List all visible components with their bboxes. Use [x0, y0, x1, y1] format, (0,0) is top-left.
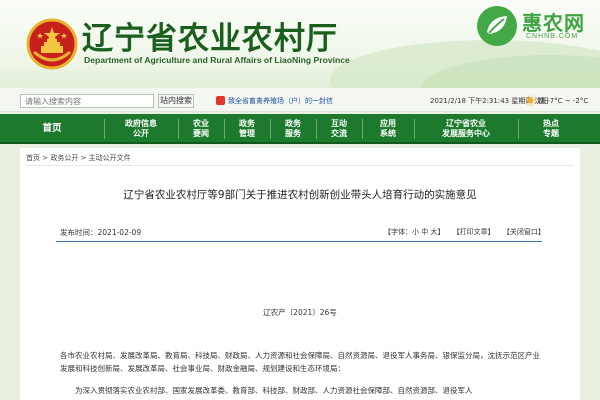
- divider: [26, 165, 574, 166]
- weather-display: 晴 -7°C ~ -2°C: [538, 97, 589, 105]
- notice-link[interactable]: 致全省畜禽养殖场（户）的一封信: [228, 95, 333, 107]
- search-input[interactable]: [20, 94, 154, 108]
- breadcrumb-home[interactable]: 首页: [26, 154, 40, 162]
- leaf-logo-icon: [477, 6, 517, 46]
- notice-icon: [216, 96, 225, 105]
- nav-item-home[interactable]: 首页: [0, 114, 104, 144]
- breadcrumb: 首页 > 政务公开 > 主动公开文件: [26, 153, 131, 163]
- nav-item-gov-info[interactable]: 政府信息 公开: [104, 114, 178, 144]
- font-size-control[interactable]: 【字体：小 中 大】: [384, 228, 444, 236]
- nav-item-news[interactable]: 农业 要闻: [178, 114, 224, 144]
- nav-item-affairs-management[interactable]: 政务 管理: [224, 114, 270, 144]
- print-link[interactable]: 【打印文章】: [453, 228, 495, 236]
- publish-date-value: 2021-02-09: [97, 228, 142, 237]
- nav-item-services[interactable]: 政务 服务: [270, 114, 316, 144]
- nav-item-hot-topics[interactable]: 热点 专题: [518, 114, 584, 144]
- breadcrumb-current[interactable]: 主动公开文件: [89, 154, 131, 162]
- article-paragraph: 为深入贯彻落实农业农村部、国家发展改革委、教育部、科技部、财政部、人力资源社会保…: [75, 386, 473, 395]
- publish-date: 发布时间：2021-02-09: [60, 227, 141, 238]
- article-paragraph: 各市农业农村局、发展改革局、教育局、科技局、财政局、人力资源和社会保障局、自然资…: [60, 351, 540, 373]
- breadcrumb-separator: >: [78, 154, 89, 162]
- main-nav: 首页 政府信息 公开 农业 要闻 政务 管理 政务 服务 互动 交流 应用 系统…: [0, 114, 600, 144]
- breadcrumb-gov-open[interactable]: 政务公开: [50, 154, 78, 162]
- site-subtitle: Department of Agriculture and Rural Affa…: [84, 55, 350, 65]
- sun-icon: [525, 95, 536, 106]
- site-header: 辽宁省农业农村厅 Department of Agriculture and R…: [0, 0, 600, 88]
- nav-item-interaction[interactable]: 互动 交流: [316, 114, 362, 144]
- close-window-link[interactable]: 【关闭窗口】: [503, 228, 545, 236]
- article-title: 辽宁省农业农村厅等9部门关于推进农村创新创业带头人培育行动的实施意见: [123, 189, 477, 201]
- watermark: 惠农网 CNHNB.COM: [476, 5, 596, 49]
- watermark-title: 惠农网: [522, 11, 585, 35]
- publish-date-label: 发布时间：: [60, 228, 98, 237]
- breadcrumb-separator: >: [40, 154, 51, 162]
- document-number: 辽农产〔2021〕26号: [263, 308, 337, 317]
- site-title[interactable]: 辽宁省农业农村厅: [82, 13, 338, 58]
- national-emblem-icon[interactable]: [26, 18, 78, 70]
- nav-item-service-center[interactable]: 辽宁省农业 发展服务中心: [414, 114, 518, 144]
- search-button[interactable]: 站内搜索: [158, 94, 194, 108]
- watermark-url: CNHNB.COM: [526, 33, 579, 40]
- datetime-value: 2021/2/18 下午2:31:43 星期四: [430, 97, 533, 105]
- divider: [56, 241, 542, 242]
- article-tools: 【字体：小 中 大】 【打印文章】 【关闭窗口】: [384, 227, 551, 237]
- nav-item-systems[interactable]: 应用 系统: [362, 114, 414, 144]
